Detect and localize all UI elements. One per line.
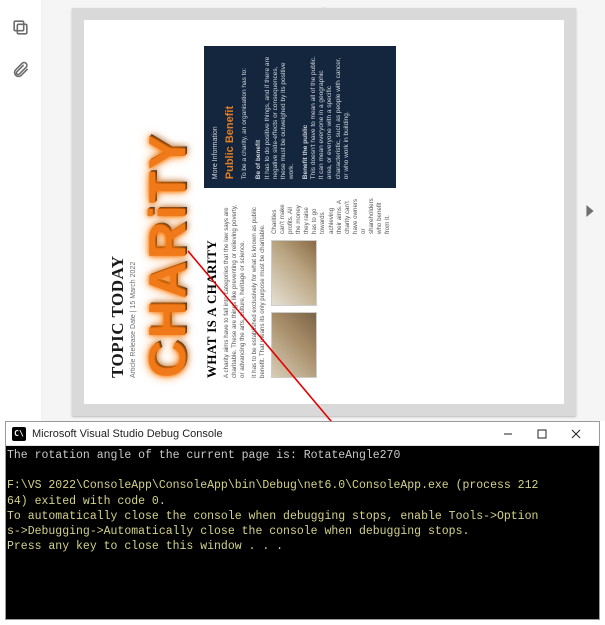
document-page: TOPIC TODAY Article Release Date | 15 Ma… bbox=[72, 8, 576, 416]
console-line: To automatically close the console when … bbox=[7, 510, 538, 523]
console-app-icon: C\ bbox=[12, 427, 26, 441]
body-text: A charity aims have to fall into categor… bbox=[222, 198, 246, 378]
console-titlebar[interactable]: C\ Microsoft Visual Studio Debug Console bbox=[6, 422, 599, 446]
viewer-sidebar bbox=[0, 0, 42, 421]
info-panel: More Information Public Benefit To be a … bbox=[203, 46, 395, 188]
document-viewer-region: TOPIC TODAY Article Release Date | 15 Ma… bbox=[0, 0, 605, 421]
panel-title: Public Benefit bbox=[223, 55, 237, 179]
debug-console-window: C\ Microsoft Visual Studio Debug Console… bbox=[5, 421, 600, 620]
console-line: Press any key to close this window . . . bbox=[7, 540, 283, 553]
console-line: s->Debugging->Automatically close the co… bbox=[7, 525, 469, 538]
panel-bullet-text: It has to do positive things, and if the… bbox=[263, 55, 296, 179]
panel-subtitle: To be a charity, an organisation has to: bbox=[241, 55, 249, 179]
attachment-icon[interactable] bbox=[11, 59, 30, 78]
release-date: Article Release Date | 15 March 2022 bbox=[130, 46, 137, 378]
scroll-right-button[interactable] bbox=[581, 202, 599, 220]
console-output[interactable]: The rotation angle of the current page i… bbox=[6, 446, 599, 619]
charity-headline: CHARiTY bbox=[145, 46, 192, 378]
console-line: F:\VS 2022\ConsoleApp\ConsoleApp\bin\Deb… bbox=[7, 479, 538, 492]
body-text: It has to be established exclusively for… bbox=[250, 198, 266, 378]
console-line: The rotation angle of the current page i… bbox=[7, 449, 400, 462]
body-text: Charities can't make profits. All the mo… bbox=[271, 198, 392, 234]
page-title: TOPIC TODAY bbox=[108, 46, 128, 378]
close-button[interactable] bbox=[559, 423, 593, 445]
maximize-button[interactable] bbox=[525, 423, 559, 445]
console-title: Microsoft Visual Studio Debug Console bbox=[32, 428, 491, 440]
copy-icon[interactable] bbox=[11, 18, 30, 37]
panel-kicker: More Information bbox=[211, 55, 220, 179]
panel-bullet-text: This doesn't have to mean all of the pub… bbox=[310, 55, 351, 179]
section-heading: WHAT IS A CHARITY bbox=[203, 198, 219, 378]
page-viewport[interactable]: TOPIC TODAY Article Release Date | 15 Ma… bbox=[42, 0, 605, 421]
console-line: 64) exited with code 0. bbox=[7, 495, 166, 508]
minimize-button[interactable] bbox=[491, 423, 525, 445]
panel-bullet-heading: Be of benefit bbox=[255, 55, 263, 179]
panel-bullet-heading: Benefit the public bbox=[302, 55, 310, 179]
article-photo bbox=[271, 312, 317, 378]
article-photo bbox=[271, 240, 317, 306]
